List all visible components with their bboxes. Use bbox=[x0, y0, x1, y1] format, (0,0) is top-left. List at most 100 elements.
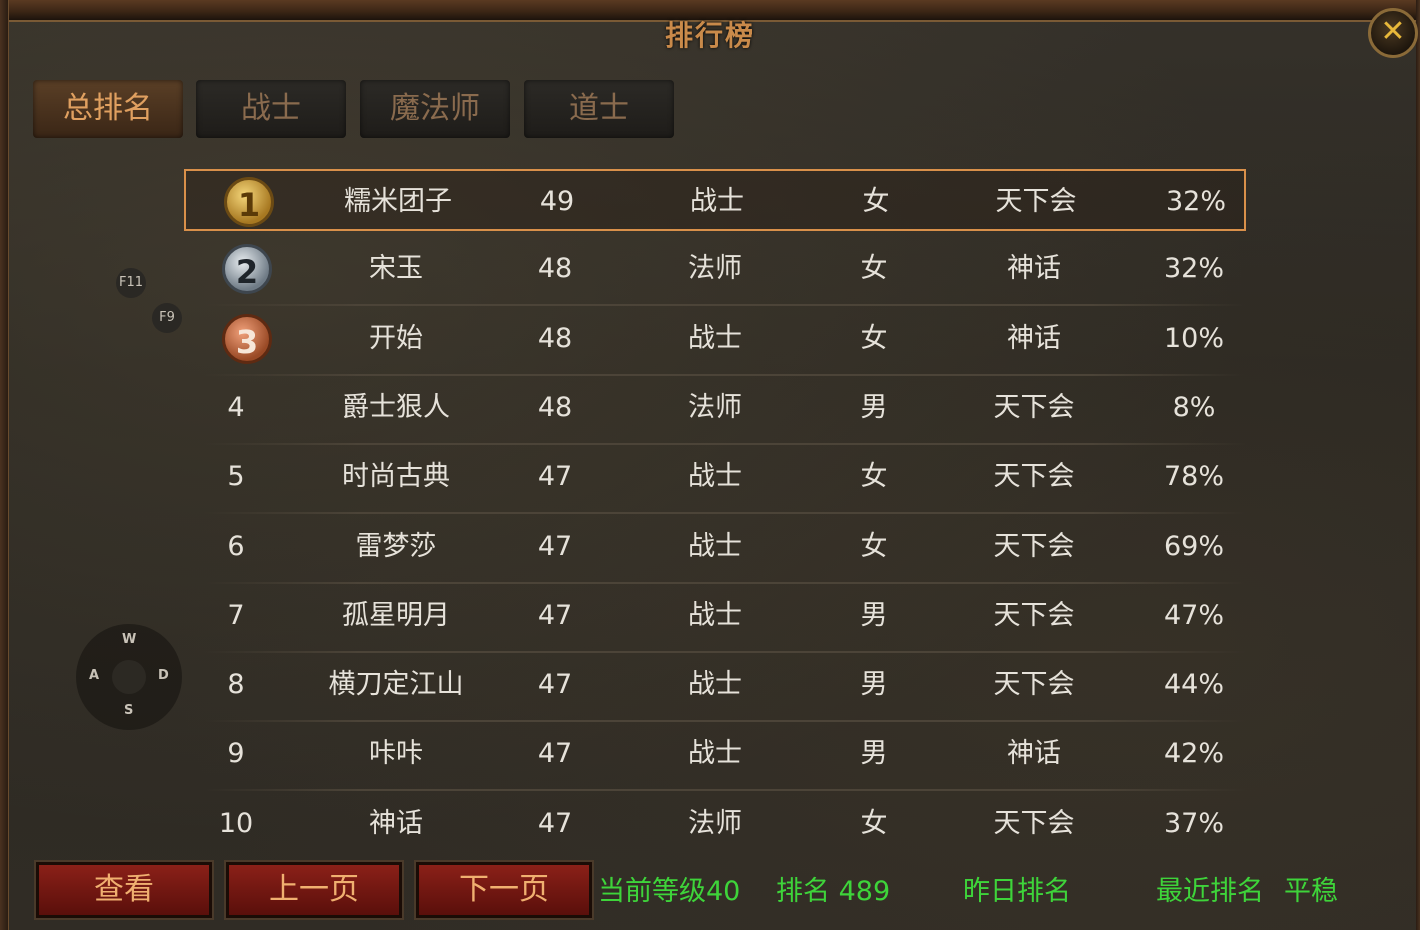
player-guild: 天下会 bbox=[993, 600, 1075, 631]
player-class: 战士 bbox=[688, 738, 742, 769]
player-class: 战士 bbox=[690, 186, 744, 217]
rank-number: 8 bbox=[227, 669, 245, 700]
player-guild: 天下会 bbox=[993, 531, 1075, 562]
player-name: 爵士狠人 bbox=[342, 392, 450, 423]
table-row[interactable]: 3 开始 48 战士 女 神话 10% bbox=[184, 308, 1246, 376]
ranking-window: 排行榜 ✕ 总排名 战士 魔法师 道士 1 糯米团子 49 战士女天下会 32% 2 宋玉 4… bbox=[0, 0, 1420, 930]
rank-trend-text: 平稳 bbox=[1284, 876, 1338, 907]
close-button[interactable]: ✕ bbox=[1368, 8, 1418, 58]
player-gender: 男 bbox=[860, 669, 888, 700]
player-class: 法师 bbox=[688, 253, 742, 284]
player-guild: 神话 bbox=[1007, 738, 1061, 769]
table-row[interactable]: 7 孤星明月 47 战士 男 天下会 47% bbox=[184, 585, 1246, 653]
player-percent: 8% bbox=[1172, 392, 1216, 423]
row-divider bbox=[204, 582, 1246, 584]
recent-rank-label: 最近排名 bbox=[1156, 876, 1264, 907]
view-button[interactable]: 查看 bbox=[34, 860, 214, 920]
rank-number: 7 bbox=[227, 600, 245, 631]
row-divider bbox=[204, 720, 1246, 722]
joystick-key-down: S bbox=[124, 703, 134, 718]
player-level: 47 bbox=[537, 738, 573, 769]
player-class: 战士 bbox=[688, 323, 742, 354]
rank-number: 10 bbox=[218, 808, 254, 839]
bronze-medal-icon: 3 bbox=[222, 314, 272, 364]
silver-medal-icon: 2 bbox=[222, 244, 272, 294]
player-percent: 32% bbox=[1165, 186, 1226, 217]
player-class: 战士 bbox=[688, 531, 742, 562]
hotkey-f11-button[interactable]: F11 bbox=[116, 268, 146, 298]
current-level-text: 当前等级40 bbox=[598, 876, 741, 907]
player-gender: 女 bbox=[860, 253, 888, 284]
hotkey-f9-button[interactable]: F9 bbox=[152, 303, 182, 333]
player-level: 47 bbox=[537, 461, 573, 492]
player-percent: 32% bbox=[1163, 253, 1224, 284]
player-class: 战士 bbox=[688, 669, 742, 700]
table-row[interactable]: 8 横刀定江山 47 战士 男 天下会 44% bbox=[184, 654, 1246, 722]
player-percent: 47% bbox=[1163, 600, 1224, 631]
player-name: 咔咔 bbox=[369, 738, 423, 769]
yesterday-rank-label: 昨日排名 bbox=[963, 876, 1071, 907]
tab-mage[interactable]: 魔法师 bbox=[360, 80, 510, 138]
tab-taoist[interactable]: 道士 bbox=[524, 80, 674, 138]
tab-overall[interactable]: 总排名 bbox=[33, 80, 183, 138]
rank-text: 排名 489 bbox=[776, 876, 891, 907]
player-class: 法师 bbox=[688, 808, 742, 839]
player-level: 48 bbox=[537, 253, 573, 284]
rank-medal-cell: 3 bbox=[196, 308, 276, 370]
player-name: 孤星明月 bbox=[342, 600, 450, 631]
table-row[interactable]: 2 宋玉 48 法师 女 神话 32% bbox=[184, 238, 1246, 306]
close-icon: ✕ bbox=[1380, 14, 1406, 49]
player-gender: 女 bbox=[860, 461, 888, 492]
tab-warrior[interactable]: 战士 bbox=[196, 80, 346, 138]
joystick-knob[interactable] bbox=[112, 660, 146, 694]
player-percent: 42% bbox=[1163, 738, 1224, 769]
table-row[interactable]: 6 雷梦莎 47 战士 女 天下会 69% bbox=[184, 516, 1246, 584]
player-gender: 男 bbox=[860, 600, 888, 631]
player-percent: 10% bbox=[1163, 323, 1224, 354]
player-level: 47 bbox=[537, 808, 573, 839]
player-percent: 78% bbox=[1163, 461, 1224, 492]
player-level: 47 bbox=[537, 600, 573, 631]
player-name: 横刀定江山 bbox=[328, 669, 464, 700]
virtual-joystick[interactable]: W A D S bbox=[76, 624, 182, 730]
joystick-key-right: D bbox=[158, 668, 169, 683]
player-gender: 女 bbox=[860, 531, 888, 562]
row-divider bbox=[204, 374, 1246, 376]
player-level: 47 bbox=[537, 531, 573, 562]
player-guild: 天下会 bbox=[993, 392, 1075, 423]
table-row[interactable]: 9 咔咔 47 战士 男 神话 42% bbox=[184, 723, 1246, 791]
player-level: 49 bbox=[539, 186, 575, 217]
player-guild: 神话 bbox=[1007, 323, 1061, 354]
table-row[interactable]: 4 爵士狠人 48 法师 男 天下会 8% bbox=[184, 377, 1246, 445]
player-name: 开始 bbox=[369, 323, 423, 354]
player-gender: 男 bbox=[860, 392, 888, 423]
rank-number: 6 bbox=[227, 531, 245, 562]
prev-page-button[interactable]: 上一页 bbox=[224, 860, 404, 920]
player-name: 时尚古典 bbox=[342, 461, 450, 492]
player-name: 宋玉 bbox=[369, 253, 423, 284]
table-row[interactable]: 5 时尚古典 47 战士 女 天下会 78% bbox=[184, 446, 1246, 514]
player-class: 战士 bbox=[688, 600, 742, 631]
row-divider bbox=[204, 443, 1246, 445]
player-level: 47 bbox=[537, 669, 573, 700]
player-guild: 天下会 bbox=[995, 186, 1077, 217]
table-row[interactable]: 10 神话 47 法师 女 天下会 37% bbox=[184, 793, 1246, 855]
window-right-border bbox=[1416, 0, 1420, 930]
next-page-button[interactable]: 下一页 bbox=[414, 860, 594, 920]
row-divider bbox=[204, 512, 1246, 514]
table-row[interactable]: 1 糯米团子 49 战士 女 天下会 32% bbox=[184, 169, 1246, 231]
player-gender: 女 bbox=[862, 186, 890, 217]
rank-number: 5 bbox=[227, 461, 245, 492]
row-divider bbox=[204, 789, 1246, 791]
player-gender: 女 bbox=[860, 808, 888, 839]
player-name: 糯米团子 bbox=[344, 186, 452, 217]
player-guild: 天下会 bbox=[993, 669, 1075, 700]
player-guild: 天下会 bbox=[993, 461, 1075, 492]
player-percent: 44% bbox=[1163, 669, 1224, 700]
joystick-key-left: A bbox=[89, 668, 100, 683]
rank-medal-cell: 1 bbox=[198, 171, 278, 233]
player-class: 战士 bbox=[688, 461, 742, 492]
rank-number: 9 bbox=[227, 738, 245, 769]
player-guild: 神话 bbox=[1007, 253, 1061, 284]
player-name: 雷梦莎 bbox=[355, 531, 437, 562]
